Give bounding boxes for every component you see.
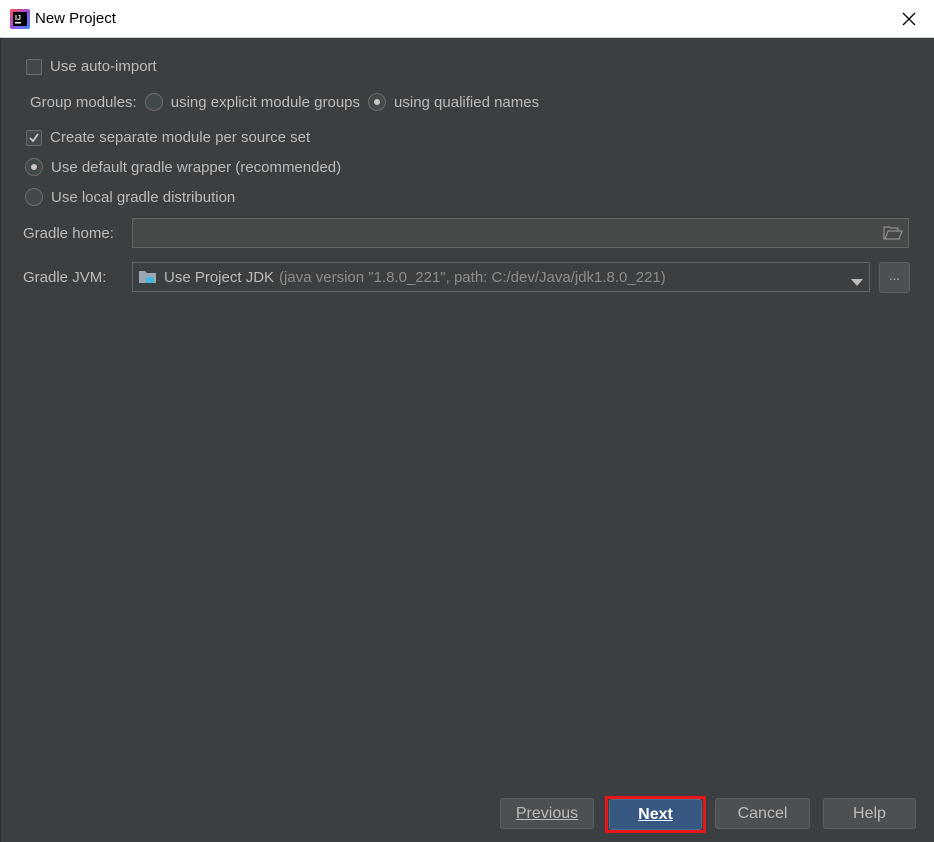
help-button[interactable]: Help [823, 798, 916, 829]
separate-module-label: Create separate module per source set [50, 129, 311, 146]
qualified-names-radio[interactable] [368, 93, 387, 111]
gradle-jvm-label: Gradle JVM: [23, 269, 107, 286]
default-wrapper-radio[interactable] [25, 158, 43, 176]
cancel-button[interactable]: Cancel [715, 798, 810, 829]
default-wrapper-label: Use default gradle wrapper (recommended) [51, 158, 342, 176]
explicit-groups-label[interactable]: using explicit module groups [171, 94, 360, 111]
previous-button[interactable]: Previous [500, 798, 594, 829]
intellij-idea-icon: IJ [10, 9, 30, 29]
previous-label: Previous [515, 804, 579, 822]
close-icon [902, 12, 916, 26]
gradle-jvm-dropdown[interactable]: Use Project JDK (java version "1.8.0_221… [132, 262, 870, 292]
browse-jdk-button[interactable]: ... [879, 262, 910, 293]
folder-icon[interactable] [883, 225, 903, 245]
title-bar: IJ New Project [0, 0, 934, 38]
next-highlight-box [605, 796, 706, 833]
help-label: Help [853, 804, 886, 822]
group-modules-row: Group modules: using explicit module gro… [30, 93, 539, 111]
close-button[interactable] [896, 6, 922, 32]
explicit-groups-radio[interactable] [144, 93, 163, 111]
auto-import-checkbox[interactable] [26, 58, 42, 75]
auto-import-option[interactable]: Use auto-import [26, 58, 157, 75]
window-title: New Project [35, 10, 116, 27]
separate-module-option[interactable]: Create separate module per source set [26, 129, 310, 146]
cancel-label: Cancel [737, 804, 788, 822]
local-distribution-radio[interactable] [25, 188, 43, 206]
qualified-names-label[interactable]: using qualified names [394, 94, 539, 111]
auto-import-label: Use auto-import [50, 58, 157, 75]
svg-text:IJ: IJ [15, 15, 21, 22]
jdk-folder-icon [138, 268, 158, 286]
separate-module-checkbox[interactable] [26, 129, 42, 146]
dialog-content: Use auto-import Group modules: using exp… [0, 38, 934, 842]
jvm-selected-detail: (java version "1.8.0_221", path: C:/dev/… [279, 268, 666, 286]
local-distribution-label: Use local gradle distribution [51, 188, 236, 206]
group-modules-label: Group modules: [30, 93, 137, 111]
jvm-selected-name: Use Project JDK [164, 268, 275, 286]
gradle-home-input[interactable] [132, 218, 909, 248]
chevron-down-icon [851, 274, 863, 291]
gradle-home-label: Gradle home: [23, 225, 114, 242]
default-wrapper-option[interactable]: Use default gradle wrapper (recommended) [25, 158, 341, 176]
checkmark-icon [29, 132, 39, 142]
local-distribution-option[interactable]: Use local gradle distribution [25, 188, 235, 206]
